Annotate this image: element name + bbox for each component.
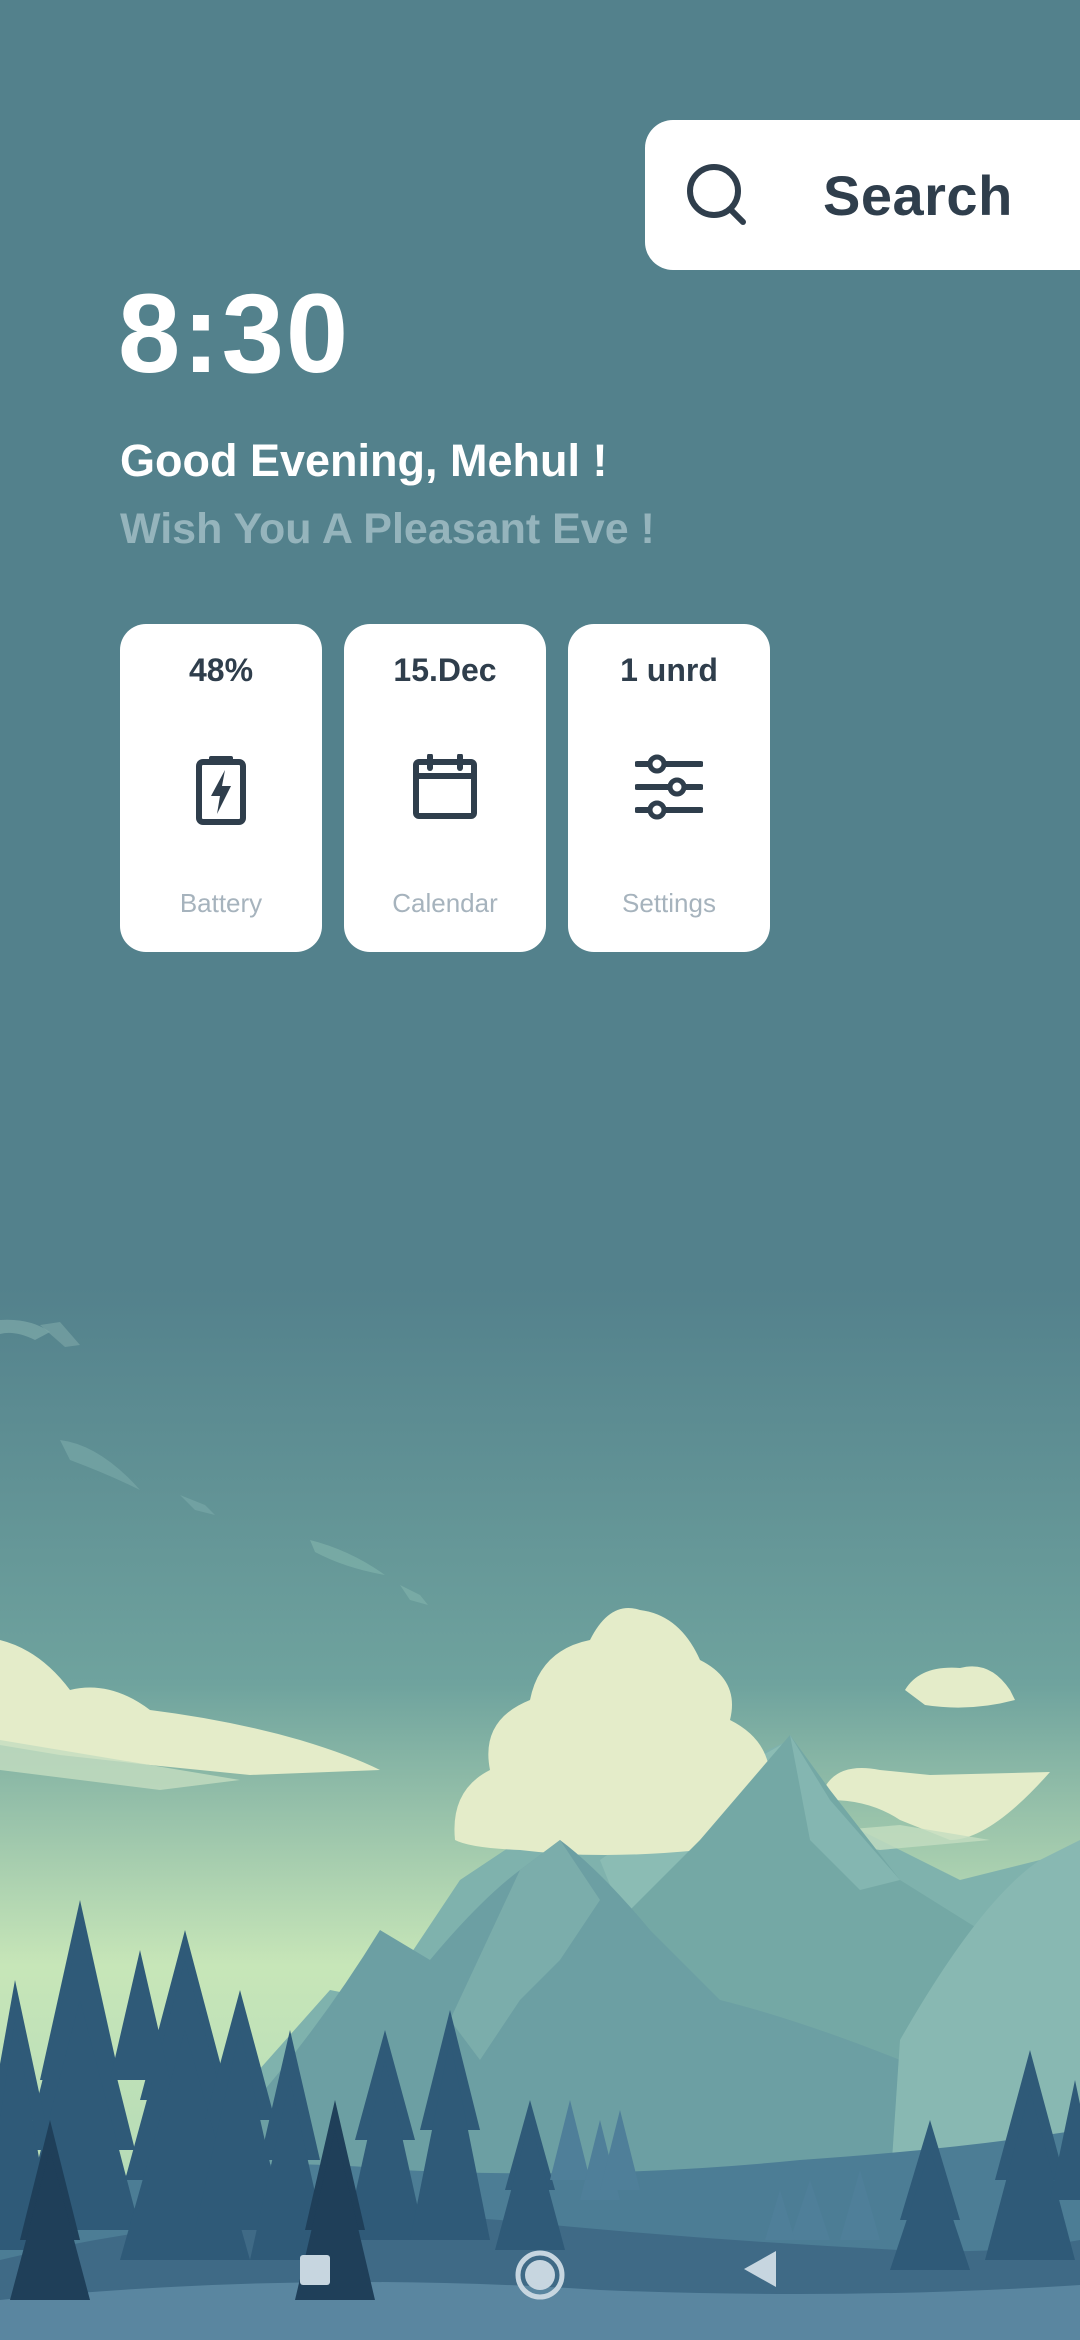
battery-value: 48% <box>188 652 254 688</box>
calendar-icon <box>344 754 546 820</box>
greeting-title: Good Evening, Mehul ! <box>120 435 608 486</box>
navigation-bar <box>0 2225 1080 2325</box>
search-label: Search <box>823 163 1013 227</box>
battery-tile[interactable]: 48% Battery <box>120 624 322 952</box>
settings-tile[interactable]: 1 unrd Settings <box>568 624 770 952</box>
sliders-icon <box>568 754 770 820</box>
calendar-value: 15.Dec <box>393 652 497 688</box>
circle-icon <box>515 2250 565 2300</box>
clock-time[interactable]: 8:30 <box>118 278 350 390</box>
search-icon <box>683 160 753 230</box>
widget-tiles: 48% Battery 15.Dec Calendar 1 unrd Setti… <box>120 624 770 952</box>
settings-value: 1 unrd <box>620 652 718 688</box>
search-bar[interactable]: Search <box>645 120 1080 270</box>
square-icon <box>300 2255 330 2285</box>
calendar-label: Calendar <box>392 888 498 918</box>
recent-apps-button[interactable] <box>295 2250 335 2290</box>
calendar-tile[interactable]: 15.Dec Calendar <box>344 624 546 952</box>
battery-label: Battery <box>179 888 263 918</box>
settings-label: Settings <box>622 888 716 918</box>
greeting-subtitle: Wish You A Pleasant Eve ! <box>120 505 655 553</box>
back-button[interactable] <box>738 2247 782 2291</box>
home-button[interactable] <box>510 2245 570 2305</box>
back-triangle-icon <box>744 2251 776 2287</box>
battery-charging-icon <box>120 754 322 826</box>
